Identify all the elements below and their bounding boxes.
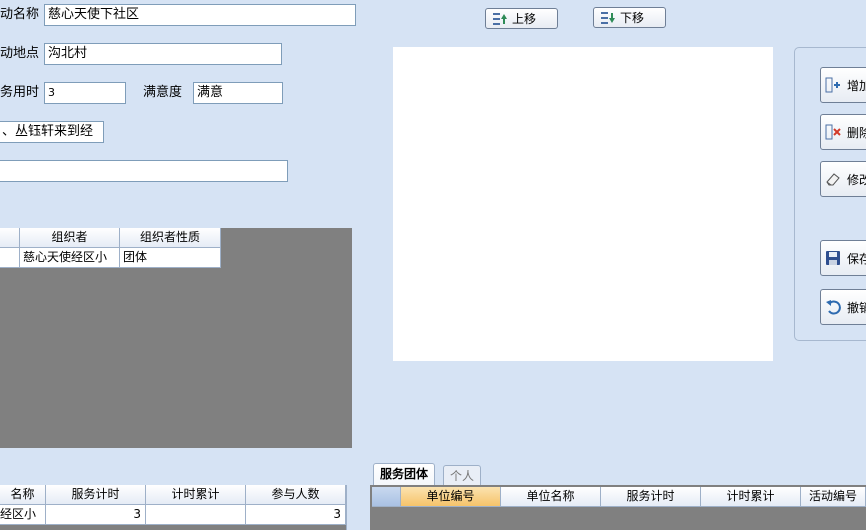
- service-summary-header: 名称 服务计时 计时累计 参与人数: [0, 485, 346, 505]
- table-cell: [0, 248, 20, 268]
- team-col-header-3[interactable]: 计时累计: [701, 487, 801, 507]
- table-row[interactable]: 经区小 3 3: [0, 505, 346, 525]
- add-button[interactable]: 增加: [820, 67, 866, 103]
- save-button[interactable]: 保存: [820, 240, 866, 276]
- save-label: 保存: [847, 251, 866, 266]
- team-col-header-1[interactable]: 单位名称: [501, 487, 601, 507]
- table-cell: 经区小: [0, 505, 46, 525]
- team-col-header-4[interactable]: 活动编号: [801, 487, 866, 507]
- activity-name-input[interactable]: 慈心天使下社区: [44, 4, 356, 26]
- delete-label: 删除: [847, 125, 866, 140]
- edit-button[interactable]: 修改: [820, 161, 866, 197]
- summary-col-header-1[interactable]: 服务计时: [46, 485, 146, 505]
- table-cell: [146, 505, 246, 525]
- table-cell: 慈心天使经区小: [20, 248, 120, 268]
- activity-place-label: 动地点: [0, 46, 40, 61]
- organizer-col-header-2[interactable]: 组织者性质: [120, 228, 221, 248]
- undo-label: 撤销: [847, 300, 866, 315]
- delete-button[interactable]: 删除: [820, 114, 866, 150]
- service-time-label: 务用时: [0, 85, 40, 100]
- move-down-label: 下移: [620, 11, 645, 25]
- table-cell: 3: [246, 505, 346, 525]
- summary-col-header-2[interactable]: 计时累计: [146, 485, 246, 505]
- move-down-button[interactable]: 下移: [593, 7, 666, 28]
- add-row-icon: [825, 77, 841, 93]
- add-label: 增加: [847, 78, 866, 93]
- summary-col-header-3[interactable]: 参与人数: [246, 485, 346, 505]
- tab-individual[interactable]: 个人: [443, 465, 482, 485]
- team-col-header-2[interactable]: 服务计时: [601, 487, 701, 507]
- move-down-icon: [600, 10, 616, 26]
- activity-place-input[interactable]: 沟北村: [44, 43, 282, 65]
- summary-col-header-0[interactable]: 名称: [0, 485, 46, 505]
- participants-input[interactable]: 、丛钰轩来到经: [0, 121, 104, 143]
- select-all-corner[interactable]: [372, 487, 401, 507]
- service-team-header: 单位编号 单位名称 服务计时 计时累计 活动编号: [372, 487, 866, 507]
- floppy-disk-icon: [825, 250, 841, 266]
- extra-input[interactable]: [0, 160, 288, 182]
- tab-service-team[interactable]: 服务团体: [373, 463, 436, 485]
- activity-name-label: 动名称: [0, 7, 40, 22]
- edit-label: 修改: [847, 172, 866, 187]
- table-cell: 3: [46, 505, 146, 525]
- organizer-col-header-0[interactable]: [0, 228, 20, 248]
- move-up-label: 上移: [512, 12, 537, 26]
- undo-icon: [825, 299, 841, 315]
- move-up-button[interactable]: 上移: [485, 8, 558, 29]
- team-col-header-0[interactable]: 单位编号: [401, 487, 501, 507]
- table-cell: 团体: [120, 248, 221, 268]
- undo-button[interactable]: 撤销: [820, 289, 866, 325]
- organizer-col-header-1[interactable]: 组织者: [20, 228, 120, 248]
- organizer-grid-header: 组织者 组织者性质: [0, 228, 221, 248]
- delete-row-icon: [825, 124, 841, 140]
- eraser-icon: [825, 171, 841, 187]
- service-time-input[interactable]: 3: [44, 82, 126, 104]
- scrollbar[interactable]: [346, 485, 362, 530]
- move-up-icon: [492, 11, 508, 27]
- satisfaction-input[interactable]: 满意: [193, 82, 283, 104]
- photo-preview-area: [393, 47, 773, 361]
- satisfaction-label: 满意度: [143, 85, 183, 100]
- table-row[interactable]: 慈心天使经区小 团体: [0, 248, 221, 268]
